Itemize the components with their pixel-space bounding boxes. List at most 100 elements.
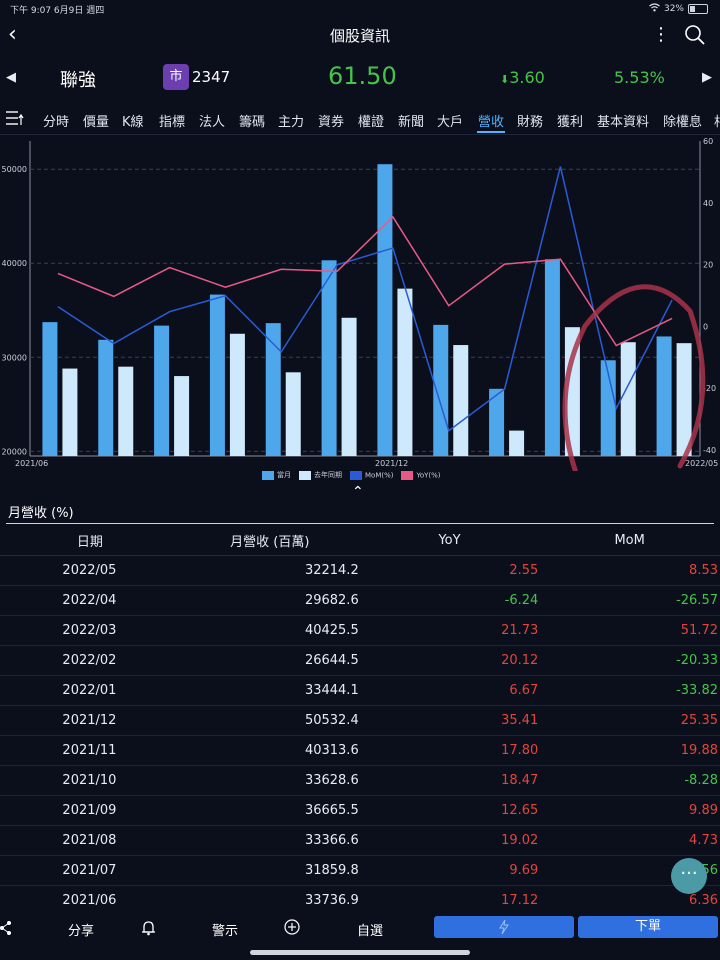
cell-date: 2022/04 xyxy=(0,585,180,616)
tab-item[interactable]: 權證 xyxy=(358,111,384,130)
nav-bar: ‹ 個股資訊 ⋮ xyxy=(0,18,720,54)
share-button[interactable]: 分享 xyxy=(68,920,94,939)
tab-item[interactable]: 分時 xyxy=(43,111,69,130)
stock-price: 61.50 xyxy=(328,62,397,90)
quick-order-button[interactable] xyxy=(434,916,574,938)
cell-revenue: 50532.4 xyxy=(179,705,360,736)
header-yoy: YoY xyxy=(359,525,540,556)
bar-current xyxy=(321,260,337,456)
bar-current xyxy=(42,322,58,456)
prev-stock-icon[interactable]: ◀ xyxy=(6,70,16,85)
alert-button[interactable]: 警示 xyxy=(212,920,238,939)
next-stock-icon[interactable]: ▶ xyxy=(702,70,712,85)
watchlist-button[interactable]: 自選 xyxy=(357,920,383,939)
y-right-tick-label: 60 xyxy=(703,137,713,146)
cell-yoy: 12.65 xyxy=(359,795,540,826)
legend-item: MoM(%) xyxy=(350,470,393,480)
table-row[interactable]: 2021/11 40313.6 17.80 19.88 xyxy=(0,735,720,766)
tab-item[interactable]: 價量 xyxy=(83,111,109,130)
table-row[interactable]: 2021/09 36665.5 12.65 9.89 xyxy=(0,795,720,826)
bar-last-year xyxy=(620,342,636,456)
bar-last-year xyxy=(341,317,357,456)
cell-date: 2021/09 xyxy=(0,795,180,826)
stock-name: 聯強 xyxy=(60,70,96,91)
home-indicator xyxy=(250,950,470,955)
tab-item[interactable]: 相 xyxy=(714,111,720,130)
y-right-tick-label: 0 xyxy=(703,322,708,331)
x-tick-label: 2021/12 xyxy=(375,459,408,468)
legend-item: 當月 xyxy=(262,470,291,480)
quote-row: ◀ 聯強 市 2347 61.50 ⬇3.60 5.53% ▶ xyxy=(0,58,720,102)
table-row[interactable]: 2022/04 29682.6 -6.24 -26.57 xyxy=(0,585,720,616)
tab-item[interactable]: 法人 xyxy=(199,111,225,130)
share-icon[interactable] xyxy=(0,920,12,936)
legend-swatch xyxy=(401,470,414,480)
table-row[interactable]: 2021/0731859.89.69-5.56 xyxy=(0,855,720,886)
header-date: 日期 xyxy=(0,525,180,556)
stock-code: 2347 xyxy=(192,68,231,86)
cell-date: 2022/01 xyxy=(0,675,180,706)
battery-icon xyxy=(688,4,708,14)
tab-item[interactable]: 資券 xyxy=(318,111,344,130)
tab-item[interactable]: 籌碼 xyxy=(239,111,265,130)
tab-item[interactable]: 營收 xyxy=(478,111,504,130)
cell-date: 2022/02 xyxy=(0,645,180,676)
bell-icon[interactable] xyxy=(141,920,156,936)
bar-last-year xyxy=(285,372,301,456)
line-yoy xyxy=(57,215,673,347)
order-button[interactable]: 下單 xyxy=(578,916,718,938)
down-arrow-icon: ⬇ xyxy=(500,73,510,86)
y-left-tick-label: 30000 xyxy=(2,353,27,362)
cell-mom: 25.35 xyxy=(539,705,720,736)
status-bar: 下午 9:07 6月9日 週四 32% xyxy=(0,0,720,16)
wifi-icon xyxy=(649,3,660,15)
legend-swatch xyxy=(350,470,362,480)
bar-current xyxy=(656,336,672,456)
tab-item[interactable]: 新聞 xyxy=(398,111,424,130)
battery-percent: 32% xyxy=(663,4,684,14)
bar-last-year xyxy=(397,288,413,456)
section-divider xyxy=(6,523,714,524)
collapse-chart-icon[interactable]: ⌃ xyxy=(352,484,364,500)
bar-last-year xyxy=(62,368,78,456)
tab-item[interactable]: K線 xyxy=(122,111,144,130)
search-icon[interactable] xyxy=(684,24,706,46)
cell-yoy: 19.02 xyxy=(359,825,540,856)
cell-mom: -20.33 xyxy=(539,645,720,676)
floating-more-button[interactable]: ··· xyxy=(671,858,707,894)
lightning-icon xyxy=(499,919,509,934)
tab-item[interactable]: 基本資料 xyxy=(597,111,649,130)
table-row[interactable]: 2021/08 33366.6 19.02 4.73 xyxy=(0,825,720,856)
y-left-tick-label: 20000 xyxy=(2,447,27,456)
cell-yoy: -6.24 xyxy=(359,585,540,616)
cell-revenue: 36665.5 xyxy=(179,795,360,826)
tab-item[interactable]: 指標 xyxy=(159,111,185,130)
cell-yoy: 17.80 xyxy=(359,735,540,766)
table-row[interactable]: 2022/02 26644.5 20.12 -20.33 xyxy=(0,645,720,676)
legend-swatch xyxy=(262,470,274,480)
tab-item[interactable]: 財務 xyxy=(517,111,543,130)
table-row[interactable]: 2022/05 32214.2 2.55 8.53 xyxy=(0,555,720,586)
bar-last-year xyxy=(676,343,692,456)
tab-item[interactable]: 大戶 xyxy=(437,111,463,130)
header-mom: MoM xyxy=(539,525,720,556)
cell-revenue: 26644.5 xyxy=(179,645,360,676)
cell-revenue: 31859.8 xyxy=(179,855,360,886)
status-right: 32% xyxy=(649,3,708,15)
add-circle-icon[interactable] xyxy=(284,919,300,935)
cell-mom: -26.57 xyxy=(539,585,720,616)
table-row[interactable]: 2021/12 50532.4 35.41 25.35 xyxy=(0,705,720,736)
x-tick-label: 2022/05 xyxy=(685,459,718,468)
table-row[interactable]: 2021/10 33628.6 18.47 -8.28 xyxy=(0,765,720,796)
cell-mom: 51.72 xyxy=(539,615,720,646)
legend-label: 當月 xyxy=(277,471,291,479)
tab-item[interactable]: 除權息 xyxy=(663,111,702,130)
menu-icon[interactable] xyxy=(6,110,24,126)
table-row[interactable]: 2022/03 40425.5 21.73 51.72 xyxy=(0,615,720,646)
cell-mom: 9.89 xyxy=(539,795,720,826)
tab-item[interactable]: 主力 xyxy=(278,111,304,130)
more-options-icon[interactable]: ⋮ xyxy=(652,24,670,45)
tab-item[interactable]: 獲利 xyxy=(557,111,583,130)
bar-last-year xyxy=(174,376,190,456)
table-row[interactable]: 2022/01 33444.1 6.67 -33.82 xyxy=(0,675,720,706)
